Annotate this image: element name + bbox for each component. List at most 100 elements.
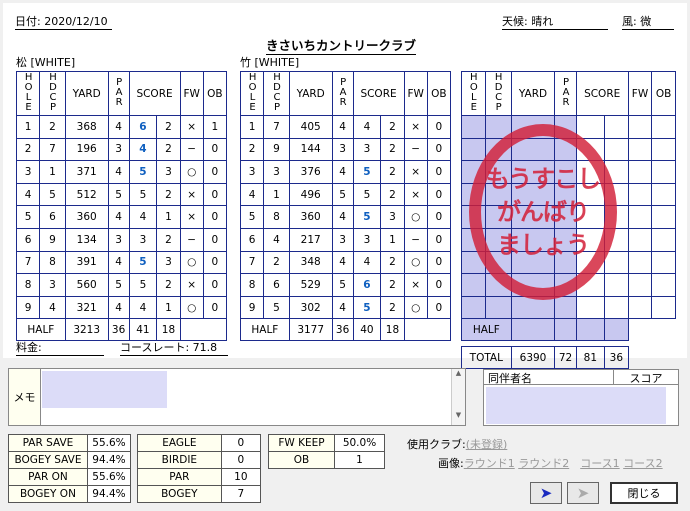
stat-value: 0 (220, 434, 262, 452)
score-cell: 2 (380, 182, 405, 207)
score-cell: 391 (64, 250, 109, 275)
par-col: PAR (331, 71, 354, 116)
hole-row: 3 1 371 4 5 3 ○ 0 (15, 160, 228, 184)
score-cell: 2 (380, 137, 405, 162)
hole-row: 9 4 321 4 4 1 ○ 0 (15, 295, 228, 320)
par-col: PAR (554, 71, 577, 116)
empty-cell (604, 115, 629, 139)
next-button[interactable]: ➤ (567, 482, 599, 504)
ob-header: OB (426, 71, 452, 116)
arrow-right-icon: ➤ (576, 484, 590, 502)
score-cell: 4 (331, 115, 354, 139)
score-cell: 0 (202, 205, 228, 229)
score-cell: 0 (426, 205, 452, 229)
score-cell: 9 (263, 137, 290, 162)
score-cell: 0 (202, 137, 228, 162)
score-cell: 7 (263, 115, 290, 139)
score-cell: 496 (288, 182, 333, 207)
score-cell: 2 (156, 115, 181, 139)
score-cell: 5 (352, 295, 382, 320)
score-cell: 4 (128, 137, 158, 162)
par-header: PAR (337, 77, 349, 107)
score-cell: 3 (263, 160, 290, 184)
score-cell: 2 (156, 273, 181, 297)
score-cell: 5 (107, 182, 130, 207)
score-cell: ○ (403, 295, 428, 320)
half-cell (510, 318, 556, 342)
empty-cell (575, 115, 606, 139)
hdcp-col: HDCP (484, 71, 512, 116)
encouragement-stamp: もうすこし がんばり ましょう (469, 124, 617, 300)
score-cell: 1 (156, 205, 181, 229)
course2-link[interactable]: コース2 (623, 457, 662, 470)
yard-header: YARD (288, 71, 333, 116)
score-cell: 6 (39, 205, 66, 229)
round2-link[interactable]: ラウンド2 (518, 457, 569, 470)
memo-label: メモ (9, 369, 41, 425)
score-cell: 1 (380, 227, 405, 252)
stat-value: 50.0% (333, 434, 386, 452)
scroll-down-icon[interactable]: ▼ (452, 411, 465, 419)
score-cell: 4 (331, 160, 354, 184)
empty-cell (627, 160, 653, 184)
score-cell: 376 (288, 160, 333, 184)
empty-cell (627, 205, 653, 229)
fee-field: 料金: (16, 339, 104, 356)
companion-rows[interactable] (486, 387, 666, 424)
memo-input[interactable] (42, 371, 167, 408)
total-cell: 6390 (510, 346, 556, 370)
image-links: 画像:ラウンド1 ラウンド2 コース1 コース2 (438, 455, 663, 471)
prev-button[interactable]: ➤ (530, 482, 562, 504)
stat-value: 10 (220, 468, 262, 486)
empty-cell (651, 137, 676, 162)
clubs-link[interactable]: (未登録) (466, 438, 508, 451)
empty-cell (627, 295, 653, 320)
score-cell: 3 (331, 227, 354, 252)
half-label: HALF (16, 318, 66, 342)
score-cell: 9 (239, 295, 265, 320)
score-cell: 4 (107, 295, 130, 320)
ob-header: OB (202, 71, 228, 116)
score-cell: 1 (263, 182, 290, 207)
empty-cell (627, 273, 653, 297)
score-cell: 371 (64, 160, 109, 184)
hole-row: 2 7 196 3 4 2−0 (15, 137, 228, 162)
score-cell: 3 (331, 137, 354, 162)
empty-cell (651, 205, 676, 229)
score-cell: 7 (15, 250, 41, 275)
stat-value: 94.4% (86, 451, 132, 469)
stat-label: BOGEY SAVE (8, 451, 88, 469)
score-cell: 3 (352, 227, 382, 252)
half-cell (604, 318, 629, 342)
total-cell: 81 (575, 346, 606, 370)
score-cell: 5 (128, 250, 158, 275)
stats-table-a: PAR SAVE 55.6% BOGEY SAVE 94.4% PAR ON 55.6% B… (8, 434, 132, 503)
score-cell: 8 (15, 273, 41, 297)
stat-value: 1 (333, 451, 386, 469)
date-field: 日付: 2020/12/10 (15, 13, 112, 30)
hdcp-header: HDCP (271, 72, 283, 112)
score-cell: 2 (39, 115, 66, 139)
empty-cell (604, 295, 629, 320)
score-cell: 512 (64, 182, 109, 207)
round1-link[interactable]: ラウンド1 (464, 457, 515, 470)
score-cell: ○ (179, 160, 204, 184)
close-button[interactable]: 閉じる (610, 482, 678, 504)
empty-cell (461, 137, 486, 162)
hole-col: HOLE (15, 71, 41, 116)
memo-scrollbar[interactable]: ▲ ▼ (451, 369, 465, 425)
course-rate-label: コースレート: (120, 341, 190, 354)
course1-link[interactable]: コース1 (580, 457, 619, 470)
score-cell: − (403, 227, 428, 252)
ob-header: OB (651, 71, 676, 116)
scroll-up-icon[interactable]: ▲ (452, 369, 465, 377)
score-cell: 0 (426, 250, 452, 275)
hole-row: 5 6 360 4 4 1 × 0 (15, 205, 228, 229)
score-cell: 3 (352, 137, 382, 162)
score-cell: 4 (107, 115, 130, 139)
half-cell: 36 (107, 318, 130, 342)
score-cell: 4 (263, 227, 290, 252)
stat-value: 0 (220, 451, 262, 469)
stat-value: 94.4% (86, 485, 132, 503)
empty-cell (627, 227, 653, 252)
